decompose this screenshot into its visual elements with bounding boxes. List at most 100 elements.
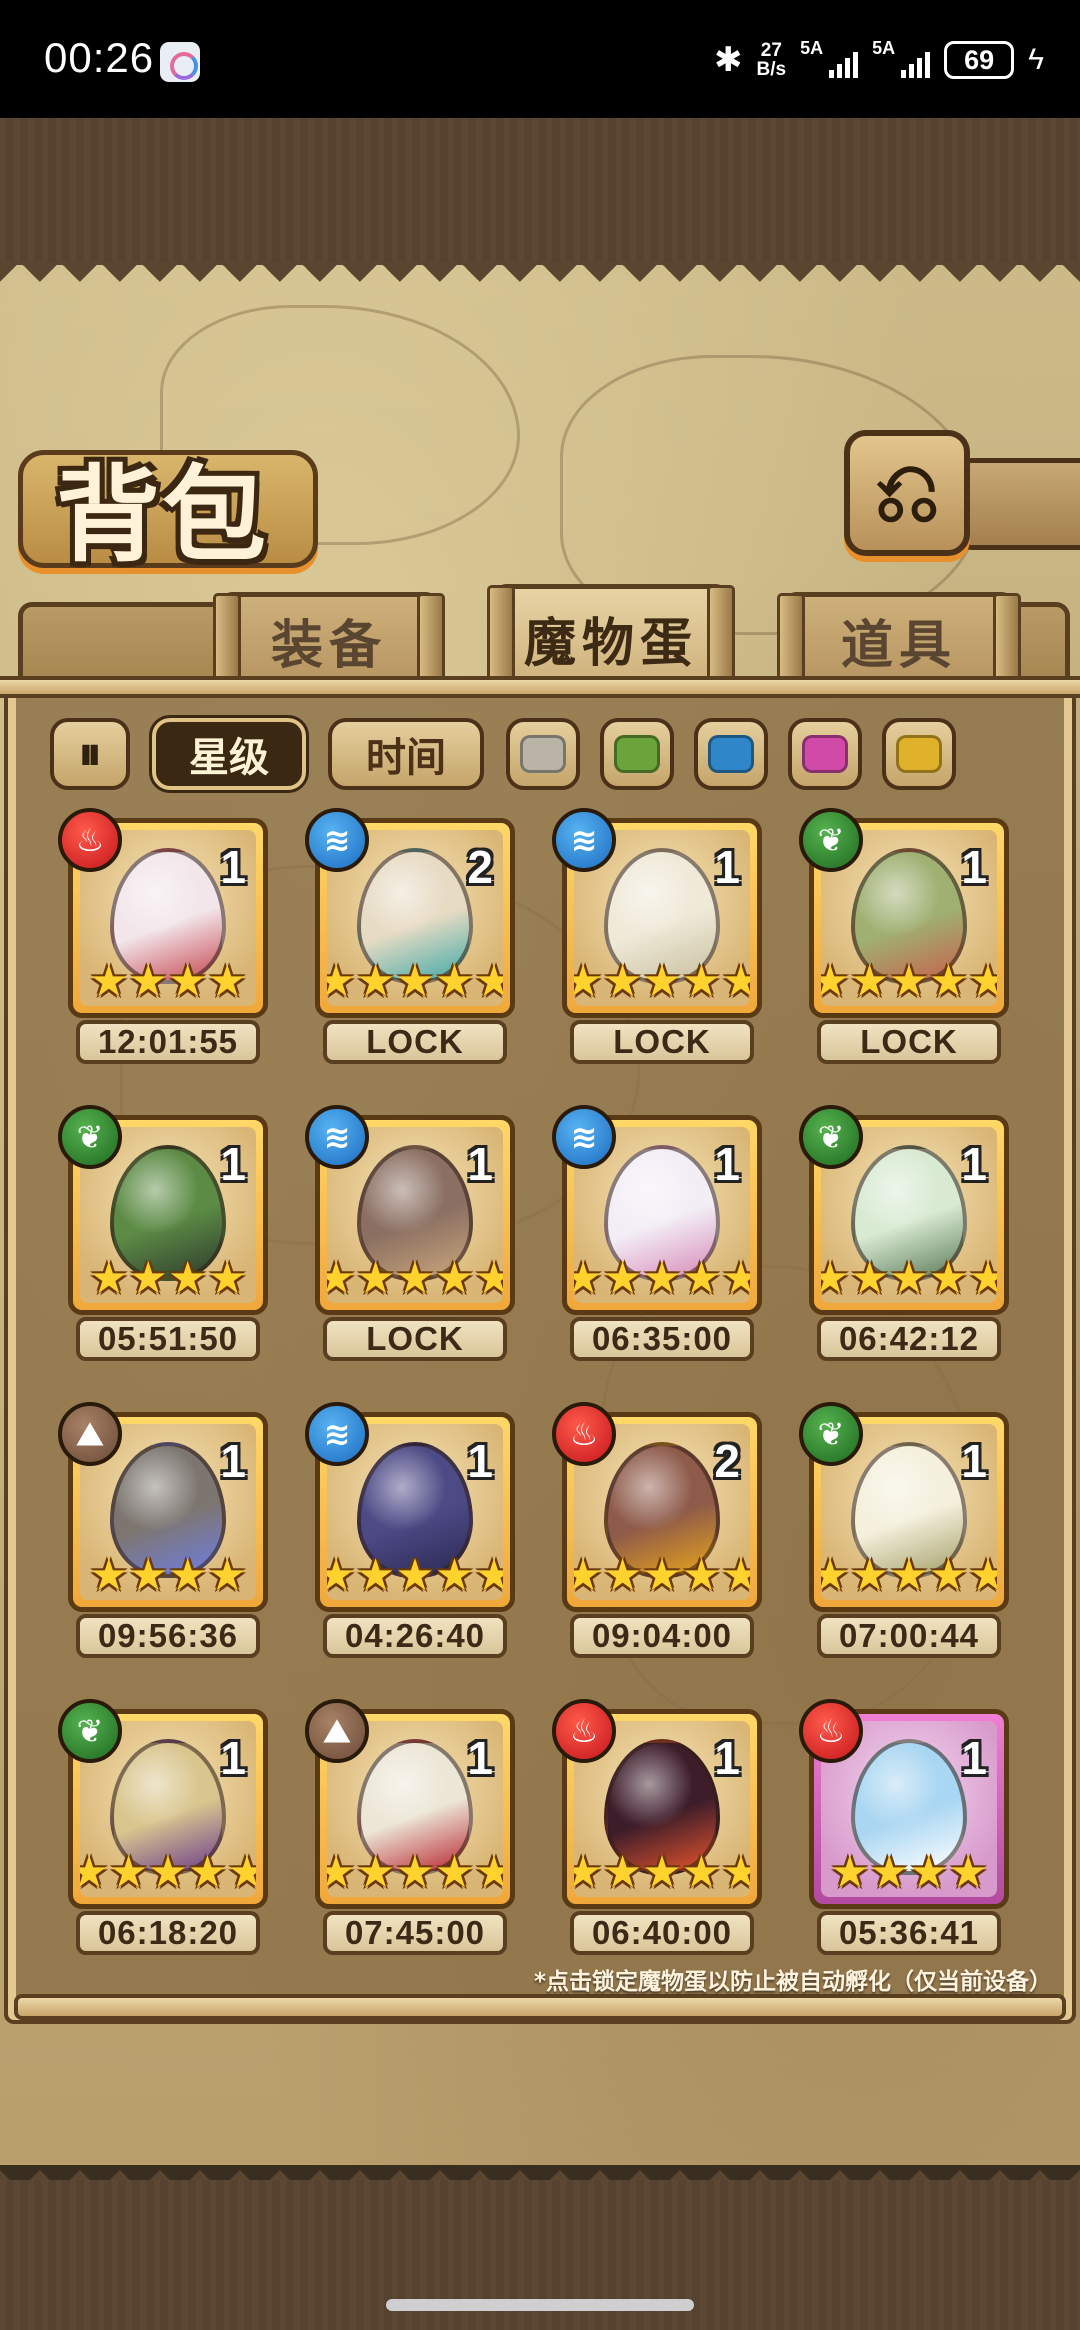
tab-monster-eggs[interactable]: 魔物蛋	[487, 584, 735, 688]
sort-order-button[interactable]: ⏸	[50, 718, 130, 790]
egg-card[interactable]: 1 ★ ★ ★ ★ ★ ≋ LOCK	[552, 808, 762, 1068]
panel-top-rail	[0, 676, 1080, 698]
egg-card[interactable]: 1 ★ ★ ★ ★ ★ ♨ 06:40:00	[552, 1699, 762, 1959]
star-icon: ★	[395, 956, 435, 1006]
hatch-timer: 06:18:20	[76, 1911, 260, 1955]
color-filter-button-3[interactable]	[694, 718, 768, 790]
lock-label: LOCK	[570, 1020, 754, 1064]
egg-card[interactable]: 1 ★ ★ ★ ★ ★ ≋ 06:35:00	[552, 1105, 762, 1365]
star-rating: ★ ★ ★ ★ ★	[821, 960, 997, 1004]
egg-count: 1	[220, 1138, 246, 1190]
star-rating: ★ ★ ★ ★ ★	[574, 1851, 750, 1895]
star-icon: ★	[602, 956, 643, 1006]
egg-card[interactable]: 1 ★ ★ ★ ★ ★ ≋ LOCK	[305, 1105, 515, 1365]
signal-icon-sim1: 5A	[800, 38, 859, 82]
egg-card[interactable]: 1 ★ ★ ★ ★ ❦ 05:51:50	[58, 1105, 268, 1365]
star-icon: ★	[602, 1550, 643, 1600]
color-filter-button-2[interactable]	[600, 718, 674, 790]
network-speed-unit: B/s	[756, 59, 787, 80]
star-icon: ★	[227, 1847, 256, 1897]
star-rating: ★ ★ ★ ★ ★	[327, 1257, 503, 1301]
egg-card[interactable]: 1 ★ ★ ★ ★ ★ ❦ 07:00:44	[799, 1402, 1009, 1662]
hatch-timer: 07:00:44	[817, 1614, 1001, 1658]
star-icon: ★	[108, 1847, 149, 1897]
star-rating: ★ ★ ★ ★ ★	[327, 1851, 503, 1895]
star-icon: ★	[681, 1253, 722, 1303]
fire-element-icon: ♨	[799, 1699, 863, 1763]
hatch-timer: 04:26:40	[323, 1614, 507, 1658]
star-icon: ★	[148, 1847, 188, 1897]
star-icon: ★	[355, 1550, 396, 1600]
egg-card[interactable]: 1 ★ ★ ★ ★ ★ ⛰ 07:45:00	[305, 1699, 515, 1959]
egg-count: 1	[220, 1435, 246, 1487]
sort-by-time-label: 时间	[366, 735, 446, 781]
star-icon: ★	[889, 1550, 929, 1600]
star-icon: ★	[395, 1847, 435, 1897]
star-icon: ★	[89, 1253, 129, 1303]
star-rating: ★ ★ ★ ★ ★	[80, 1851, 256, 1895]
tab-equipment-label: 装备	[270, 616, 387, 676]
star-icon: ★	[681, 1550, 722, 1600]
egg-card[interactable]: 1 ★ ★ ★ ★ ★ ≋ 04:26:40	[305, 1402, 515, 1662]
lock-hint-note: *点击锁定魔物蛋以防止被自动孵化（仅当前设备）	[533, 1969, 1052, 1995]
back-button[interactable]: ⎌	[844, 430, 970, 556]
star-rating: ★ ★ ★ ★	[80, 1257, 256, 1301]
back-button-rail	[960, 458, 1080, 550]
star-icon: ★	[187, 1847, 228, 1897]
egg-card[interactable]: 1 ★ ★ ★ ★ ★ ❦ LOCK	[799, 808, 1009, 1068]
home-indicator[interactable]	[386, 2299, 694, 2311]
water-element-icon: ≋	[305, 1105, 369, 1169]
water-element-icon: ≋	[552, 1105, 616, 1169]
page-title: 背包	[56, 453, 269, 576]
star-icon: ★	[168, 1550, 208, 1600]
egg-card[interactable]: 2 ★ ★ ★ ★ ★ ≋ LOCK	[305, 808, 515, 1068]
back-arrow-icon: ⎌	[874, 445, 940, 540]
charging-icon: ϟ	[1028, 43, 1044, 76]
star-rating: ★ ★ ★ ★	[821, 1851, 997, 1895]
egg-count: 1	[961, 841, 987, 893]
color-filter-button-5[interactable]	[882, 718, 956, 790]
star-icon: ★	[849, 956, 890, 1006]
egg-card[interactable]: 1 ★ ★ ★ ★ ♨ 05:36:41	[799, 1699, 1009, 1959]
star-icon: ★	[207, 1550, 247, 1600]
star-rating: ★ ★ ★ ★ ★	[821, 1257, 997, 1301]
hatch-timer: 09:04:00	[570, 1614, 754, 1658]
sort-by-time-button[interactable]: 时间	[328, 718, 484, 790]
star-icon: ★	[821, 1253, 850, 1303]
star-icon: ★	[474, 956, 503, 1006]
star-icon: ★	[434, 1847, 475, 1897]
star-icon: ★	[434, 956, 475, 1006]
star-icon: ★	[928, 1550, 969, 1600]
sim1-label: 5A	[800, 38, 824, 58]
egg-card[interactable]: 1 ★ ★ ★ ★ ★ ❦ 06:18:20	[58, 1699, 268, 1959]
star-icon: ★	[642, 1253, 682, 1303]
star-icon: ★	[948, 1847, 988, 1897]
star-icon: ★	[889, 1253, 929, 1303]
star-icon: ★	[395, 1253, 435, 1303]
egg-card[interactable]: 1 ★ ★ ★ ★ ♨ 12:01:55	[58, 808, 268, 1068]
egg-count: 1	[467, 1732, 493, 1784]
star-icon: ★	[574, 1847, 603, 1897]
sort-by-star-button[interactable]: 星级	[149, 715, 309, 793]
star-icon: ★	[355, 1847, 396, 1897]
star-icon: ★	[681, 956, 722, 1006]
star-icon: ★	[849, 1253, 890, 1303]
egg-card[interactable]: 2 ★ ★ ★ ★ ★ ♨ 09:04:00	[552, 1402, 762, 1662]
star-rating: ★ ★ ★ ★ ★	[821, 1554, 997, 1598]
star-icon: ★	[89, 1550, 129, 1600]
bluetooth-icon: ✱	[714, 41, 743, 79]
clock: 00:26	[44, 34, 155, 81]
color-filter-button-1[interactable]	[506, 718, 580, 790]
star-icon: ★	[574, 1253, 603, 1303]
star-icon: ★	[642, 1550, 682, 1600]
star-icon: ★	[821, 956, 850, 1006]
color-filter-button-4[interactable]	[788, 718, 862, 790]
tab-equipment[interactable]: 装备	[213, 592, 445, 689]
egg-card[interactable]: 1 ★ ★ ★ ★ ⛰ 09:56:36	[58, 1402, 268, 1662]
egg-count: 1	[220, 841, 246, 893]
egg-card[interactable]: 1 ★ ★ ★ ★ ★ ❦ 06:42:12	[799, 1105, 1009, 1365]
lock-label: LOCK	[817, 1020, 1001, 1064]
tab-items[interactable]: 道具	[777, 592, 1021, 689]
star-icon: ★	[128, 1253, 168, 1303]
star-icon: ★	[574, 956, 603, 1006]
